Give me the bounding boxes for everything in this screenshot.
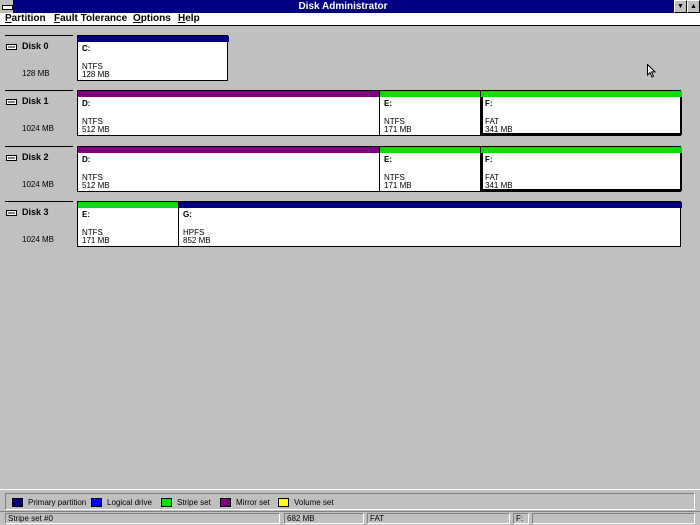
title-bar: Disk Administrator ▼ ▲ [0, 0, 700, 13]
partition-label: F: [485, 155, 493, 164]
partition-e[interactable]: E: NTFS 171 MB [380, 91, 481, 135]
partition-label: F: [485, 99, 493, 108]
legend-label-primary: Primary partition [28, 498, 87, 507]
menu-bar: Partition Fault Tolerance Options Help [0, 13, 700, 26]
partition-color-bar [78, 202, 178, 208]
partition-d[interactable]: D: NTFS 512 MB [78, 147, 380, 191]
legend-swatch-mirror [220, 498, 231, 507]
partition-size: 512 MB [82, 181, 110, 190]
legend-swatch-logical [91, 498, 102, 507]
minimize-button[interactable]: ▼ [674, 0, 687, 13]
legend-swatch-volume [278, 498, 289, 507]
partition-c[interactable]: C: NTFS 128 MB [78, 36, 229, 80]
disk-label-0: Disk 0 128 MB [5, 35, 73, 81]
partition-color-bar [78, 147, 379, 153]
disk-label-2: Disk 2 1024 MB [5, 146, 73, 192]
disk-size: 1024 MB [22, 235, 55, 244]
partition-color-bar [78, 91, 379, 97]
disk-name: Disk 0 [22, 41, 49, 51]
status-drive: F: [513, 513, 529, 524]
hard-disk-icon [6, 155, 17, 161]
disk-size: 1024 MB [22, 124, 55, 133]
menu-help[interactable]: Help [178, 13, 200, 25]
legend-label-volume: Volume set [294, 498, 334, 507]
partition-label: D: [82, 155, 91, 164]
menu-fault-tolerance[interactable]: Fault Tolerance [54, 13, 127, 25]
maximize-button[interactable]: ▲ [687, 0, 700, 13]
disk-bar-2: D: NTFS 512 MB E: NTFS 171 MB F: FAT 341 MB [77, 146, 682, 192]
partition-color-bar [481, 147, 682, 153]
partition-f[interactable]: F: FAT 341 MB [481, 91, 682, 135]
partition-label: G: [183, 210, 192, 219]
disk-name: Disk 1 [22, 96, 49, 106]
partition-color-bar [481, 91, 682, 97]
disk-label-1: Disk 1 1024 MB [5, 90, 73, 136]
partition-color-bar [380, 147, 480, 153]
partition-size: 341 MB [485, 125, 513, 134]
disk-separator [5, 201, 73, 202]
partition-e[interactable]: E: NTFS 171 MB [78, 202, 179, 246]
status-size: 682 MB [284, 513, 364, 524]
status-extra [532, 513, 695, 524]
disk-size: 1024 MB [22, 180, 55, 189]
status-selection: Stripe set #0 [5, 513, 280, 524]
disk-name: Disk 3 [22, 207, 49, 217]
legend-label-logical: Logical drive [107, 498, 152, 507]
partition-color-bar [380, 91, 480, 97]
legend: Primary partition Logical drive Stripe s… [5, 493, 695, 510]
disk-name: Disk 2 [22, 152, 49, 162]
partition-size: 171 MB [384, 125, 412, 134]
legend-label-stripe: Stripe set [177, 498, 211, 507]
menu-options[interactable]: Options [133, 13, 171, 25]
partition-size: 171 MB [384, 181, 412, 190]
partition-label: C: [82, 44, 91, 53]
partition-label: E: [384, 99, 392, 108]
hard-disk-icon [6, 44, 17, 50]
status-bar: Stripe set #0 682 MB FAT F: [0, 512, 700, 525]
partition-d[interactable]: D: NTFS 512 MB [78, 91, 380, 135]
disk-separator [5, 35, 73, 36]
partition-color-bar [78, 36, 229, 42]
legend-swatch-primary [12, 498, 23, 507]
window-title: Disk Administrator [298, 1, 388, 12]
partition-color-bar [179, 202, 682, 208]
disk-bar-3: E: NTFS 171 MB G: HPFS 852 MB [77, 201, 682, 247]
disk-separator [5, 90, 73, 91]
hard-disk-icon [6, 210, 17, 216]
partition-size: 171 MB [82, 236, 110, 245]
partition-label: D: [82, 99, 91, 108]
legend-swatch-stripe [161, 498, 172, 507]
mouse-cursor-icon [647, 64, 657, 78]
legend-label-mirror: Mirror set [236, 498, 270, 507]
disk-label-3: Disk 3 1024 MB [5, 201, 73, 247]
disk-separator [5, 146, 73, 147]
partition-size: 852 MB [183, 236, 211, 245]
status-filesystem: FAT [367, 513, 510, 524]
disk-bar-0: C: NTFS 128 MB [77, 35, 229, 81]
legend-bar: Primary partition Logical drive Stripe s… [0, 489, 700, 512]
partition-e[interactable]: E: NTFS 171 MB [380, 147, 481, 191]
menu-partition[interactable]: Partition [5, 13, 46, 25]
partition-size: 512 MB [82, 125, 110, 134]
partition-f[interactable]: F: FAT 341 MB [481, 147, 682, 191]
hard-disk-icon [6, 99, 17, 105]
partition-label: E: [384, 155, 392, 164]
partition-label: E: [82, 210, 90, 219]
disk-size: 128 MB [22, 69, 50, 78]
system-menu-icon[interactable] [0, 0, 14, 13]
partition-g[interactable]: G: HPFS 852 MB [179, 202, 682, 246]
partition-size: 128 MB [82, 70, 110, 79]
partition-size: 341 MB [485, 181, 513, 190]
disk-bar-1: D: NTFS 512 MB E: NTFS 171 MB F: FAT 341 MB [77, 90, 682, 136]
